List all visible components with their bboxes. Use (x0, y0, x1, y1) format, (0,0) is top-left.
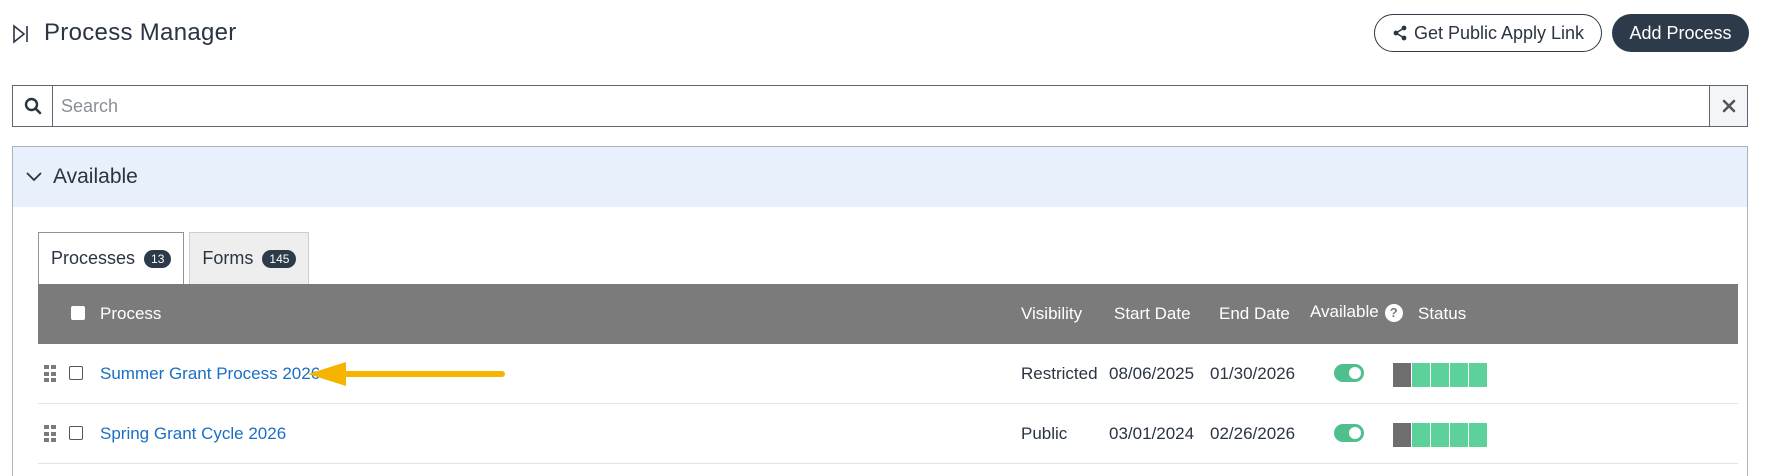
add-process-button[interactable]: Add Process (1612, 14, 1749, 52)
tab-processes[interactable]: Processes 13 (38, 232, 185, 284)
page-title: Process Manager (44, 19, 237, 46)
process-link[interactable]: Spring Grant Cycle 2026 (100, 424, 286, 444)
share-icon (1393, 25, 1407, 41)
close-icon (1722, 99, 1735, 113)
available-toggle[interactable] (1334, 364, 1364, 382)
end-date-value: 01/30/2026 (1210, 364, 1296, 383)
tab-processes-label: Processes (51, 248, 136, 268)
tab-bar: Processes 13 Forms 145 (38, 232, 310, 284)
drag-handle-icon[interactable] (44, 365, 56, 383)
table-header: Process Visibility Start Date End Date A… (38, 284, 1738, 344)
column-visibility[interactable]: Visibility (1021, 304, 1082, 324)
available-toggle[interactable] (1334, 424, 1364, 442)
sidebar-toggle-icon[interactable] (12, 24, 30, 44)
search-bar (12, 85, 1748, 127)
column-process[interactable]: Process (100, 304, 161, 324)
start-date-value: 08/06/2025 (1109, 364, 1195, 383)
available-panel-header[interactable]: Available (13, 147, 1747, 207)
column-available[interactable]: Available? (1310, 302, 1403, 322)
table-row: Summer Grant Process 2026 Restricted 08/… (38, 344, 1738, 404)
column-start-date[interactable]: Start Date (1114, 304, 1191, 324)
available-panel-title: Available (53, 165, 138, 188)
column-end-date[interactable]: End Date (1219, 304, 1290, 324)
status-indicator (1393, 363, 1487, 387)
row-checkbox[interactable] (69, 366, 83, 380)
tab-forms-label: Forms (202, 248, 254, 268)
column-available-label: Available (1310, 302, 1379, 321)
status-indicator (1393, 423, 1487, 447)
tab-forms[interactable]: Forms 145 (189, 232, 310, 284)
table-row: Spring Grant Cycle 2026 Public 03/01/202… (38, 404, 1738, 464)
arrow-annotation-icon (308, 362, 505, 386)
available-panel: Available Processes 13 Forms 145 Process… (12, 146, 1748, 476)
visibility-value: Restricted (1021, 364, 1098, 383)
clear-search-button[interactable] (1709, 86, 1747, 126)
search-input[interactable] (53, 86, 1709, 126)
process-link[interactable]: Summer Grant Process 2026 (100, 364, 320, 384)
search-button[interactable] (13, 86, 53, 126)
help-icon[interactable]: ? (1384, 303, 1403, 322)
tab-forms-count: 145 (262, 249, 297, 268)
drag-handle-icon[interactable] (44, 425, 56, 443)
get-public-apply-link-label: Get Public Apply Link (1413, 22, 1585, 43)
visibility-value: Public (1021, 424, 1068, 443)
start-date-value: 03/01/2024 (1109, 424, 1195, 443)
page-header: Process Manager Get Public Apply Link Ad… (0, 0, 1769, 70)
select-all-checkbox[interactable] (71, 306, 85, 320)
row-checkbox[interactable] (69, 426, 83, 440)
get-public-apply-link-button[interactable]: Get Public Apply Link (1374, 14, 1602, 52)
end-date-value: 02/26/2026 (1210, 424, 1296, 443)
column-status[interactable]: Status (1418, 304, 1466, 324)
process-table: Process Visibility Start Date End Date A… (38, 284, 1738, 464)
chevron-down-icon (26, 172, 42, 182)
search-icon (24, 97, 41, 115)
tab-processes-count: 13 (144, 249, 172, 268)
